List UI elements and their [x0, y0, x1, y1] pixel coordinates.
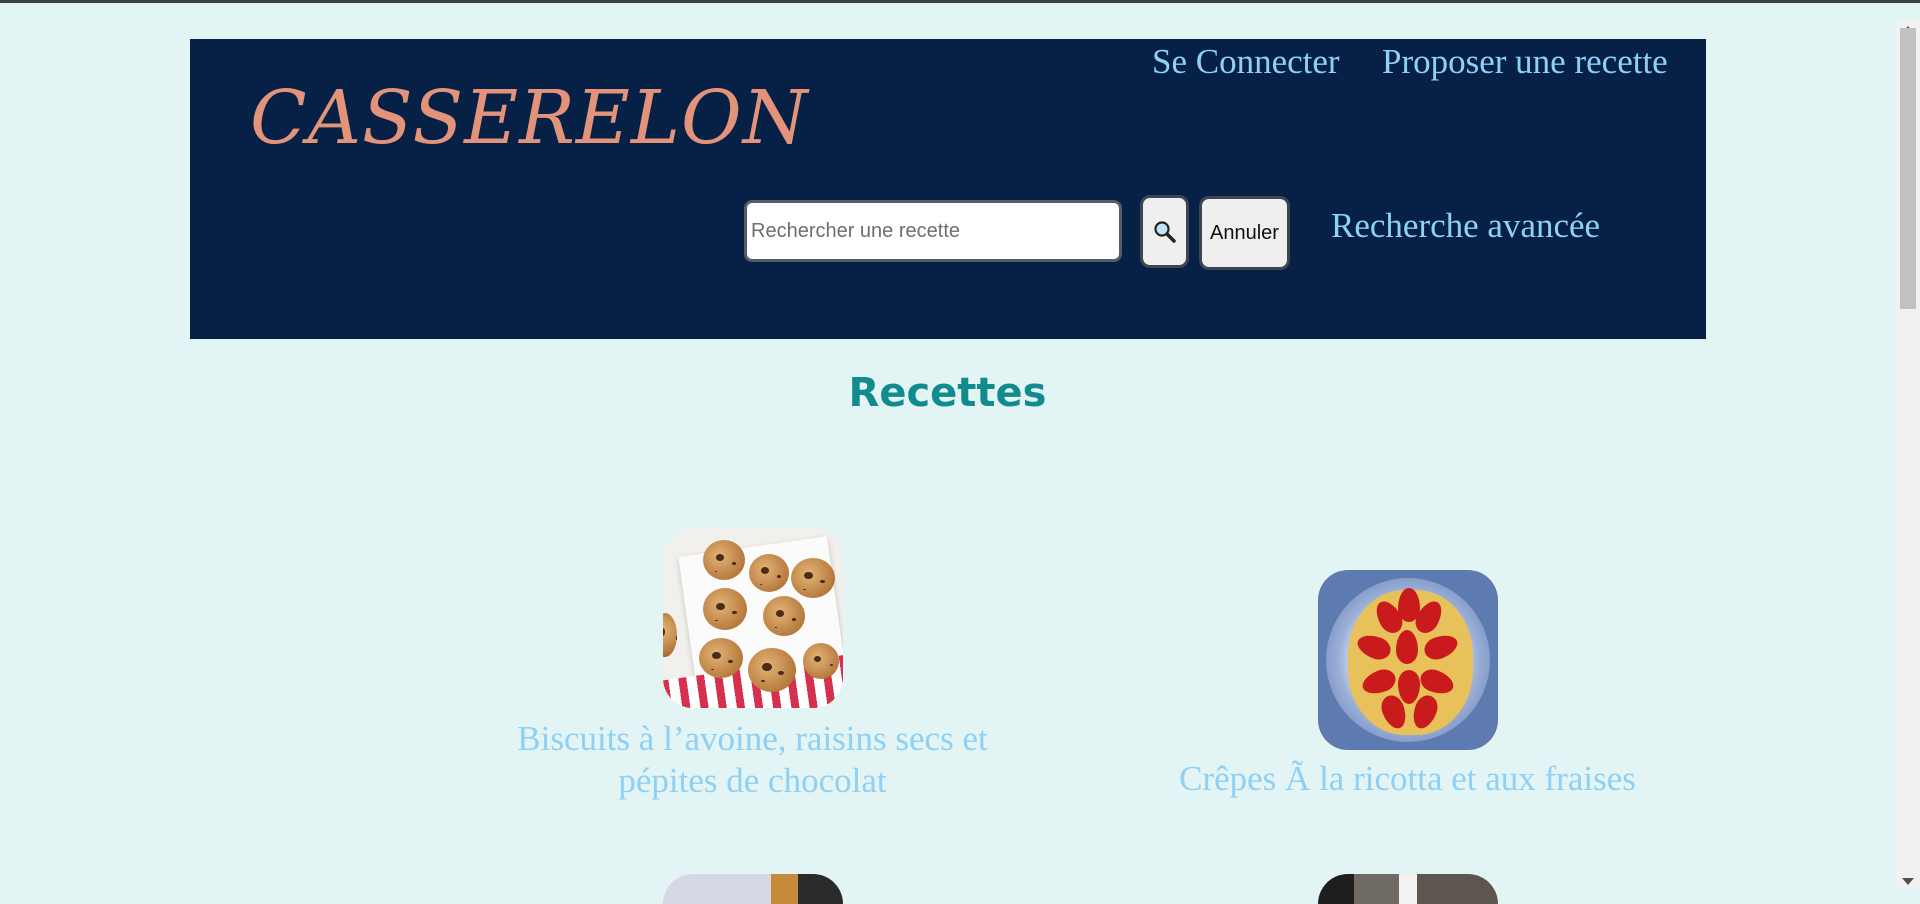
advanced-search-link[interactable]: Recherche avancée: [1331, 206, 1600, 246]
recipe-card-image[interactable]: [1318, 874, 1498, 904]
search-input[interactable]: [744, 200, 1122, 262]
vertical-scrollbar[interactable]: [1896, 20, 1920, 888]
login-link[interactable]: Se Connecter: [1152, 42, 1340, 82]
scroll-down-arrow-icon[interactable]: [1902, 878, 1914, 885]
propose-recipe-link[interactable]: Proposer une recette: [1382, 42, 1668, 82]
cancel-button[interactable]: Annuler: [1199, 196, 1290, 270]
page-title: Recettes: [848, 370, 1047, 416]
site-header: CASSERELON Se Connecter Proposer une rec…: [190, 39, 1706, 339]
recipe-card[interactable]: Biscuits à l’avoine, raisins secs et pép…: [500, 528, 1005, 800]
magnifier-icon: [1153, 220, 1176, 243]
window-top-border: [0, 0, 1920, 3]
site-logo[interactable]: CASSERELON: [250, 75, 808, 161]
strawberry-crepe-photo[interactable]: [1318, 570, 1498, 750]
search-button[interactable]: [1140, 195, 1189, 268]
cookies-photo[interactable]: [663, 528, 843, 708]
scrollbar-thumb[interactable]: [1900, 28, 1916, 309]
recipe-card[interactable]: Crêpes Ã la ricotta et aux fraises: [1150, 570, 1665, 800]
recipe-title[interactable]: Crêpes Ã la ricotta et aux fraises: [1150, 758, 1665, 800]
recipe-card-image[interactable]: [663, 874, 843, 904]
recipe-title[interactable]: Biscuits à l’avoine, raisins secs et pép…: [500, 718, 1005, 802]
